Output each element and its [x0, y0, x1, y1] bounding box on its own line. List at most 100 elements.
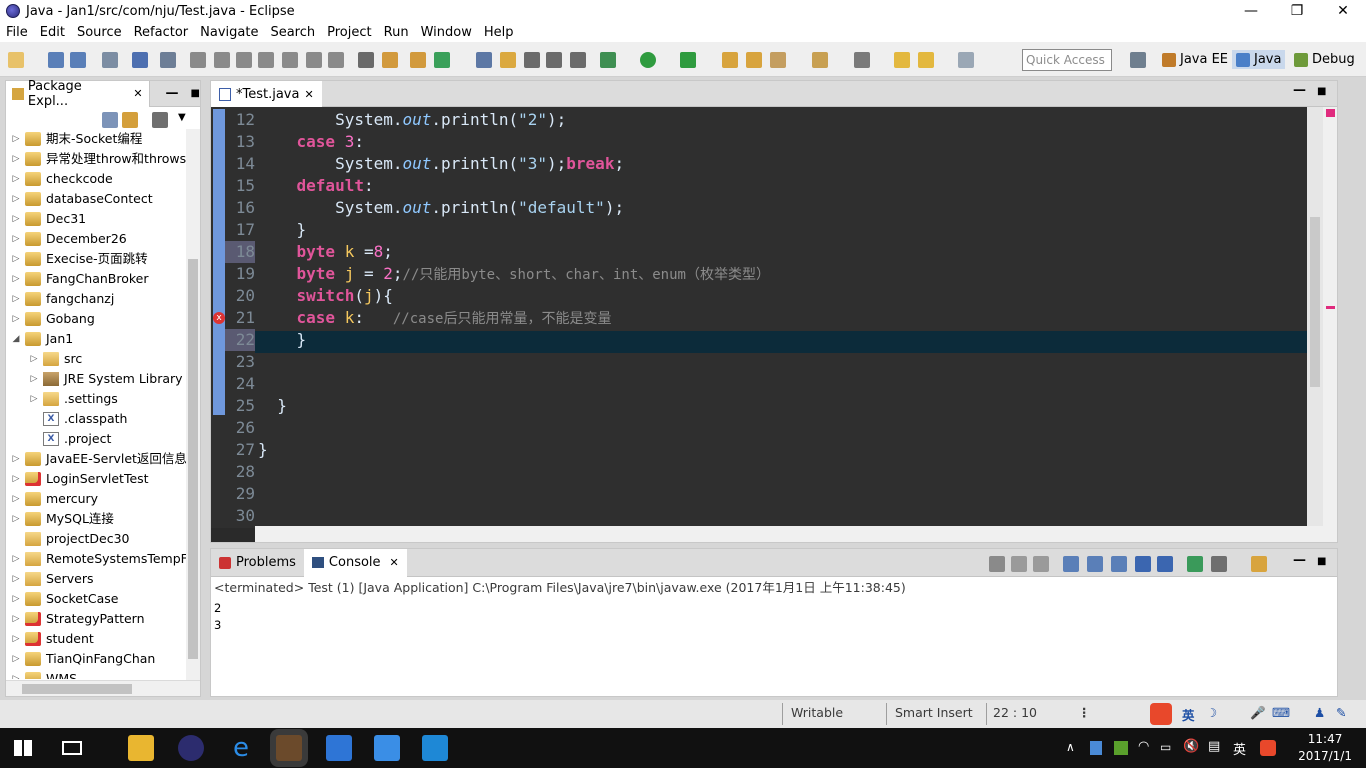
search-icon[interactable]: [570, 52, 586, 68]
menu-file[interactable]: File: [0, 25, 34, 40]
expand-arrow-icon[interactable]: ▷: [9, 169, 23, 189]
use-step-filters-icon[interactable]: [382, 52, 398, 68]
pin-console-icon[interactable]: [1187, 556, 1203, 572]
tree-item[interactable]: X .project: [6, 429, 200, 449]
error-annotation-marker[interactable]: [1326, 306, 1335, 309]
task-view-icon[interactable]: [62, 741, 82, 755]
open-console-icon[interactable]: [1251, 556, 1267, 572]
ime-tools-icon[interactable]: ✎: [1336, 705, 1346, 720]
last-edit-icon[interactable]: [894, 52, 910, 68]
disconnect-icon[interactable]: [258, 52, 274, 68]
tree-item[interactable]: ▷ 期末-Socket编程: [6, 129, 200, 149]
edge-icon[interactable]: e: [228, 735, 254, 761]
close-icon[interactable]: ✕: [304, 88, 313, 101]
tree-item[interactable]: ▷ FangChanBroker: [6, 269, 200, 289]
maximize-editor-icon[interactable]: ■: [1317, 86, 1326, 97]
pin-icon[interactable]: [854, 52, 870, 68]
drop-to-frame-icon[interactable]: [358, 52, 374, 68]
new-class-icon[interactable]: [476, 52, 492, 68]
run-icon[interactable]: [640, 52, 656, 68]
volume-icon[interactable]: 🔇: [1183, 739, 1199, 754]
debug-icon[interactable]: [600, 52, 616, 68]
menu-search[interactable]: Search: [264, 25, 321, 40]
ime-moon-icon[interactable]: ☽: [1206, 705, 1217, 720]
expand-arrow-icon[interactable]: ▷: [27, 349, 41, 369]
maximize-button[interactable]: ❐: [1274, 0, 1320, 22]
open-folder-icon[interactable]: [722, 52, 738, 68]
tree-item[interactable]: ▷ student: [6, 629, 200, 649]
sogou-icon[interactable]: [1260, 740, 1276, 756]
perspective-debug[interactable]: Debug: [1294, 52, 1355, 67]
tree-item[interactable]: ▷ Gobang: [6, 309, 200, 329]
ime-mic-icon[interactable]: 🎤: [1250, 705, 1266, 721]
tree-item[interactable]: ▷ JavaEE-Servlet返回信息: [6, 449, 200, 469]
expand-arrow-icon[interactable]: ▷: [27, 389, 41, 409]
clear-console-icon[interactable]: [1063, 556, 1079, 572]
close-icon[interactable]: ✕: [133, 87, 142, 100]
skip-breakpoints-icon[interactable]: [160, 52, 176, 68]
step-return-icon[interactable]: [328, 52, 344, 68]
tree-item[interactable]: ▷ checkcode: [6, 169, 200, 189]
clock[interactable]: 11:47 2017/1/1: [1298, 731, 1352, 765]
tree-item[interactable]: ◢ Jan1: [6, 329, 200, 349]
forward-icon[interactable]: [958, 52, 974, 68]
start-icon[interactable]: [14, 740, 32, 756]
tree-item[interactable]: ▷ Servers: [6, 569, 200, 589]
tray-expand-icon[interactable]: ∧: [1066, 740, 1075, 754]
expand-arrow-icon[interactable]: ◢: [9, 329, 23, 349]
collapse-all-icon[interactable]: [102, 112, 118, 128]
scroll-lock-icon[interactable]: [1087, 556, 1103, 572]
expand-arrow-icon[interactable]: ▷: [9, 549, 23, 569]
tree-item[interactable]: ▷ .settings: [6, 389, 200, 409]
tree-item[interactable]: ▷ 异常处理throw和throws: [6, 149, 200, 169]
expand-arrow-icon[interactable]: ▷: [9, 589, 23, 609]
file-explorer-icon[interactable]: [128, 735, 154, 761]
tab-problems[interactable]: Problems: [211, 549, 304, 577]
wps-icon[interactable]: [422, 735, 448, 761]
new-icon[interactable]: [8, 52, 24, 68]
annotation-icon[interactable]: [812, 52, 828, 68]
tree-item[interactable]: ▷ WMS: [6, 669, 200, 679]
menu-run[interactable]: Run: [378, 25, 415, 40]
new-java-project-icon[interactable]: [410, 52, 426, 68]
remove-all-icon[interactable]: [1033, 556, 1049, 572]
word-wrap-icon[interactable]: [1111, 556, 1127, 572]
tree-item[interactable]: projectDec30: [6, 529, 200, 549]
ime-shirt-icon[interactable]: ♟: [1314, 705, 1325, 720]
new-package-icon[interactable]: [434, 52, 450, 68]
notification-icon[interactable]: ▤: [1208, 739, 1220, 754]
back-icon[interactable]: [918, 52, 934, 68]
expand-arrow-icon[interactable]: ▷: [9, 269, 23, 289]
error-marker-icon[interactable]: x: [213, 312, 225, 324]
error-marker-icon[interactable]: [1326, 109, 1335, 117]
tree-item[interactable]: ▷ December26: [6, 229, 200, 249]
editor-horizontal-scrollbar[interactable]: [255, 526, 1337, 542]
active-app-icon[interactable]: [276, 735, 302, 761]
tree-item[interactable]: ▷ TianQinFangChan: [6, 649, 200, 669]
terminate-icon[interactable]: [236, 52, 252, 68]
minimize-view-icon[interactable]: —: [166, 86, 179, 101]
expand-arrow-icon[interactable]: ▷: [9, 649, 23, 669]
expand-arrow-icon[interactable]: ▷: [9, 209, 23, 229]
package-explorer-tab[interactable]: Package Expl... ✕: [6, 79, 150, 109]
tree-vertical-scrollbar[interactable]: [186, 129, 200, 681]
tree-item[interactable]: ▷ src: [6, 349, 200, 369]
open-task-icon[interactable]: [546, 52, 562, 68]
editor-text-area[interactable]: 12 System.out.println("2"); 13 case 3: 14 …: [211, 107, 1309, 528]
chat-icon[interactable]: [374, 735, 400, 761]
menu-project[interactable]: Project: [321, 25, 377, 40]
ime-keyboard-icon[interactable]: ⌨: [1272, 705, 1290, 720]
maximize-view-icon[interactable]: ■: [191, 88, 200, 99]
tree-item[interactable]: ▷ MySQL连接: [6, 509, 200, 529]
expand-arrow-icon[interactable]: ▷: [9, 309, 23, 329]
menu-source[interactable]: Source: [71, 25, 128, 40]
perspective-java[interactable]: Java: [1232, 50, 1286, 69]
menu-navigate[interactable]: Navigate: [194, 25, 264, 40]
terminate-console-icon[interactable]: [989, 556, 1005, 572]
expand-arrow-icon[interactable]: ▷: [9, 449, 23, 469]
tree-item[interactable]: ▷ RemoteSystemsTempFil: [6, 549, 200, 569]
print-icon[interactable]: [102, 52, 118, 68]
tray-app-icon[interactable]: [1090, 741, 1102, 755]
tree-item[interactable]: ▷ SocketCase: [6, 589, 200, 609]
show-on-stderr-icon[interactable]: [1157, 556, 1173, 572]
